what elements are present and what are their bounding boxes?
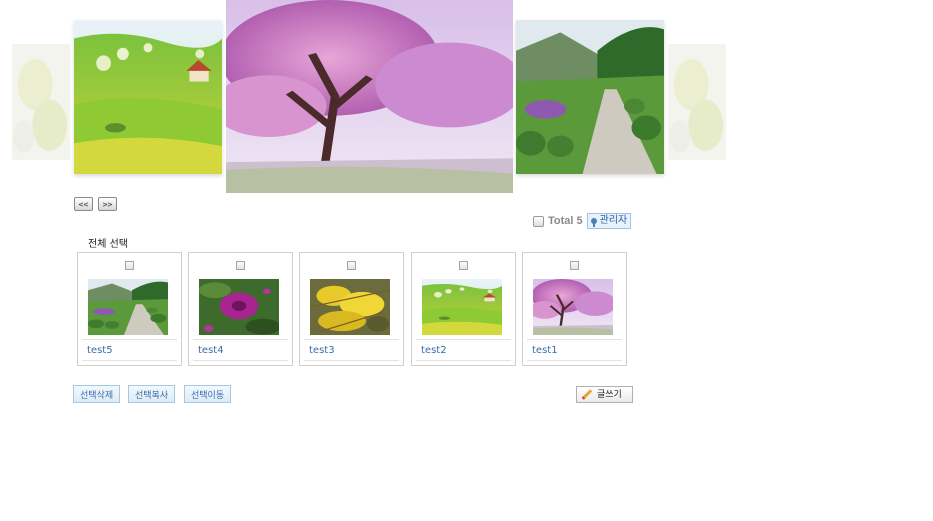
image-carousel [0, 0, 933, 200]
list-icon [533, 215, 544, 227]
divider [193, 360, 288, 361]
divider [82, 360, 177, 361]
item-title[interactable]: test5 [87, 345, 113, 356]
carousel-slide[interactable] [516, 20, 664, 174]
item-checkbox[interactable] [570, 261, 579, 270]
write-button[interactable]: 글쓰기 [576, 386, 633, 403]
item-checkbox[interactable] [347, 261, 356, 270]
item-thumbnail[interactable] [533, 279, 613, 335]
total-count: Total 5 [548, 215, 583, 227]
divider [527, 360, 622, 361]
divider [304, 360, 399, 361]
item-title[interactable]: test2 [421, 345, 447, 356]
item-checkbox[interactable] [125, 261, 134, 270]
item-thumbnail[interactable] [199, 279, 279, 335]
carousel-slide[interactable] [12, 44, 70, 160]
delete-selected-button[interactable]: 선택삭제 [73, 385, 121, 403]
item-title[interactable]: test1 [532, 345, 558, 356]
divider [304, 339, 399, 340]
carousel-prev-button[interactable]: << [74, 197, 93, 211]
pencil-icon [581, 389, 593, 400]
admin-button[interactable]: 관리자 [586, 213, 632, 229]
divider [416, 360, 511, 361]
divider [193, 339, 288, 340]
item-thumbnail[interactable] [88, 279, 168, 335]
carousel-slide[interactable] [74, 20, 222, 174]
total-bar: Total 5 관리자 [533, 213, 632, 229]
gallery-item: test3 [299, 252, 404, 366]
select-all-link[interactable]: 전체 선택 [88, 235, 128, 250]
admin-label: 관리자 [599, 215, 628, 226]
gallery-item: test2 [411, 252, 516, 366]
move-selected-button[interactable]: 선택이동 [184, 385, 232, 403]
item-checkbox[interactable] [459, 261, 468, 270]
item-checkbox[interactable] [236, 261, 245, 270]
divider [82, 339, 177, 340]
carousel-next-button[interactable]: >> [98, 197, 117, 211]
item-title[interactable]: test3 [309, 345, 335, 356]
carousel-slide[interactable] [668, 44, 726, 160]
gallery-item: test5 [77, 252, 182, 366]
divider [416, 339, 511, 340]
divider [527, 339, 622, 340]
gallery-grid: test5 test4 test3 test2 test1 [77, 252, 629, 368]
gallery-item: test4 [188, 252, 293, 366]
carousel-slide-active[interactable] [226, 0, 513, 193]
item-title[interactable]: test4 [198, 345, 224, 356]
item-thumbnail[interactable] [422, 279, 502, 335]
pin-icon [590, 218, 597, 227]
gallery-item: test1 [522, 252, 627, 366]
item-thumbnail[interactable] [310, 279, 390, 335]
write-label: 글쓰기 [597, 389, 622, 399]
copy-selected-button[interactable]: 선택복사 [128, 385, 176, 403]
